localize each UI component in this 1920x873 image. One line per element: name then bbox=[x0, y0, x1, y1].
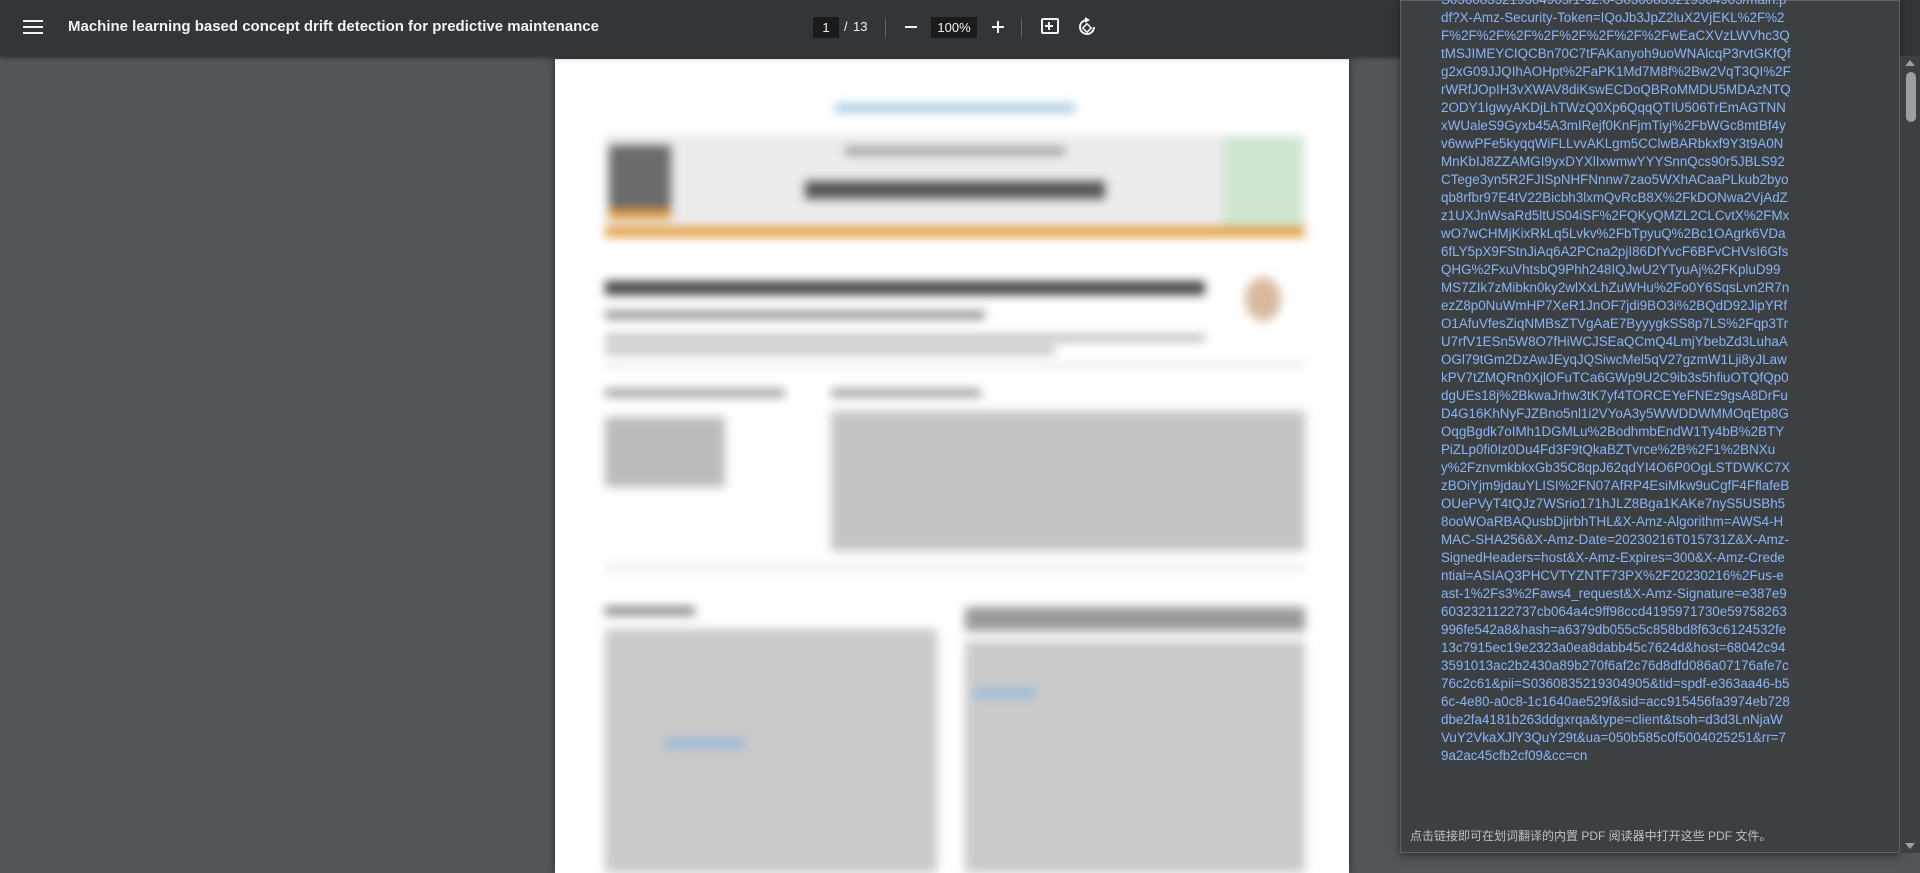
document-title: Machine learning based concept drift det… bbox=[68, 18, 599, 35]
zoom-in-button[interactable] bbox=[987, 16, 1009, 38]
fit-page-icon[interactable] bbox=[1041, 18, 1059, 34]
menu-icon[interactable] bbox=[22, 17, 44, 39]
page-total: 13 bbox=[853, 19, 868, 34]
popup-scrollbar-thumb[interactable] bbox=[1906, 72, 1916, 122]
toolbar-divider bbox=[1021, 18, 1022, 38]
link-popup: S0360835219304905/1-s2.0-S03608352193049… bbox=[1400, 0, 1900, 853]
toolbar-divider bbox=[885, 18, 886, 38]
page-separator: / bbox=[844, 19, 848, 34]
zoom-level-input[interactable]: 100% bbox=[931, 17, 977, 38]
scroll-up-icon[interactable] bbox=[1905, 60, 1915, 66]
zoom-out-button[interactable] bbox=[900, 16, 922, 38]
pdf-page-content bbox=[555, 59, 1349, 873]
rotate-icon[interactable] bbox=[1077, 17, 1097, 37]
popup-scrollbar[interactable] bbox=[1900, 56, 1920, 853]
scroll-down-icon[interactable] bbox=[1905, 843, 1915, 849]
popup-footer-note: 点击链接即可在划词翻译的内置 PDF 阅读器中打开这些 PDF 文件。 bbox=[1410, 829, 1772, 843]
pdf-link[interactable]: S0360835219304905/1-s2.0-S03608352193049… bbox=[1441, 0, 1791, 765]
pdf-page bbox=[555, 59, 1349, 873]
page-number-input[interactable]: 1 bbox=[813, 17, 839, 38]
